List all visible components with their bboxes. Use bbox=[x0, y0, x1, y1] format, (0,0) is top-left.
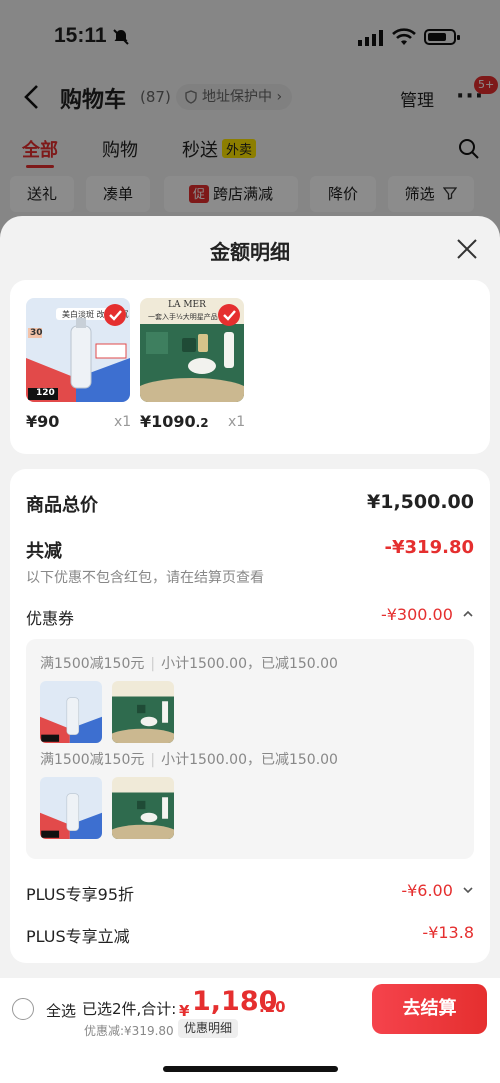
thumb-number: 120 bbox=[36, 388, 55, 398]
product-item[interactable]: LA MER 一套入手½大明星产品 ¥1090.2 x1 bbox=[140, 298, 248, 431]
lamer-product-image bbox=[112, 681, 174, 743]
coupon-detail-box: 满1500减150元 | 小计1500.00，已减150.00 满1500减150元… bbox=[26, 639, 474, 859]
plus-off-row: PLUS专享立减 -¥13.8 bbox=[26, 923, 474, 947]
coupon-line: 满1500减150元 | 小计1500.00，已减150.00 bbox=[40, 749, 338, 769]
coupon-line: 满1500减150元 | 小计1500.00，已减150.00 bbox=[40, 653, 338, 673]
checkout-button[interactable]: 去结算 bbox=[372, 984, 487, 1034]
lamer-product-image bbox=[112, 777, 174, 839]
plus-95-row[interactable]: PLUS专享95折 -¥6.00 bbox=[26, 881, 474, 905]
price-main: ¥1090 bbox=[140, 412, 196, 431]
total-row: 商品总价 ¥1,500.00 bbox=[26, 491, 474, 517]
discount-label: 共减 bbox=[26, 541, 62, 562]
discount-summary: 优惠减:¥319.80 bbox=[84, 1024, 174, 1038]
product-quantity: x1 bbox=[228, 414, 246, 430]
product-price: ¥1090.2 bbox=[140, 412, 209, 431]
coupon-detail: 小计1500.00，已减150.00 bbox=[161, 752, 338, 768]
close-icon[interactable] bbox=[456, 238, 478, 260]
sum-decimal: .20 bbox=[259, 998, 286, 1016]
plus-95-label: PLUS专享95折 bbox=[26, 885, 134, 904]
price-decimal: .2 bbox=[195, 416, 209, 430]
coupon-rule: 满1500减150元 bbox=[40, 656, 145, 672]
coupon-rule: 满1500减150元 bbox=[40, 752, 145, 768]
serum-product-image bbox=[40, 777, 102, 839]
discount-note-row: 以下优惠不包含红包，请在结算页查看 bbox=[26, 567, 474, 587]
plus-off-value: -¥13.8 bbox=[422, 923, 474, 942]
coupon-label: 优惠券 bbox=[26, 609, 75, 628]
serum-product-image bbox=[40, 681, 102, 743]
product-item[interactable]: 美白淡斑 改善暗沉 30 120 ¥90 x1 bbox=[26, 298, 134, 431]
discount-note: 以下优惠不包含红包，请在结算页查看 bbox=[26, 570, 264, 586]
mini-product-thumb bbox=[112, 681, 174, 743]
chevron-down-icon[interactable] bbox=[462, 885, 474, 895]
discount-row: 共减 -¥319.80 bbox=[26, 537, 474, 563]
discount-value: -¥319.80 bbox=[384, 537, 474, 558]
thumb-number: 30 bbox=[30, 328, 43, 338]
mini-product-thumb bbox=[40, 777, 102, 839]
chevron-up-icon[interactable] bbox=[462, 609, 474, 619]
sum-currency: ¥ bbox=[179, 1002, 190, 1020]
selected-count: 已选2件,合计: bbox=[82, 1000, 177, 1018]
amount-detail-sheet: 金额明细 美白淡斑 改善暗沉 30 120 ¥90 x1 LA MER 一套入手… bbox=[0, 216, 500, 1083]
select-all-label[interactable]: 全选 bbox=[46, 1000, 76, 1021]
separator: | bbox=[150, 656, 156, 672]
discount-detail-link[interactable]: 优惠明细 bbox=[178, 1019, 239, 1038]
total-value: ¥1,500.00 bbox=[367, 491, 474, 513]
thumb-brand: LA MER bbox=[168, 300, 206, 310]
coupon-row[interactable]: 优惠券 -¥300.00 bbox=[26, 605, 474, 629]
coupon-value-group: -¥300.00 bbox=[381, 605, 474, 624]
products-card: 美白淡斑 改善暗沉 30 120 ¥90 x1 LA MER 一套入手½大明星产… bbox=[10, 280, 490, 454]
total-label: 商品总价 bbox=[26, 495, 98, 516]
mini-product-thumb bbox=[40, 681, 102, 743]
check-icon bbox=[218, 304, 240, 326]
separator: | bbox=[150, 752, 156, 768]
sheet-header: 金额明细 bbox=[0, 216, 500, 280]
checkout-bar: 全选 已选2件,合计: ¥ 1,180 .20 优惠减:¥319.80 优惠明细… bbox=[0, 978, 500, 1083]
plus-95-value: -¥6.00 bbox=[401, 881, 453, 900]
thumb-caption: 一套入手½大明星产品 bbox=[148, 313, 218, 321]
price-main: ¥90 bbox=[26, 412, 60, 431]
mini-product-thumb bbox=[112, 777, 174, 839]
plus-95-value-group: -¥6.00 bbox=[401, 881, 474, 900]
product-thumbnail: 美白淡斑 改善暗沉 30 120 bbox=[26, 298, 130, 402]
check-icon bbox=[104, 304, 126, 326]
price-detail-card: 商品总价 ¥1,500.00 共减 -¥319.80 以下优惠不包含红包，请在结… bbox=[10, 469, 490, 963]
product-quantity: x1 bbox=[114, 414, 132, 430]
sheet-title: 金额明细 bbox=[210, 240, 290, 264]
home-indicator[interactable] bbox=[163, 1066, 338, 1072]
select-all-radio[interactable] bbox=[12, 998, 34, 1020]
product-price: ¥90 bbox=[26, 412, 59, 431]
coupon-value: -¥300.00 bbox=[380, 605, 453, 624]
plus-off-label: PLUS专享立减 bbox=[26, 927, 130, 946]
product-thumbnail: LA MER 一套入手½大明星产品 bbox=[140, 298, 244, 402]
coupon-detail: 小计1500.00，已减150.00 bbox=[161, 656, 338, 672]
